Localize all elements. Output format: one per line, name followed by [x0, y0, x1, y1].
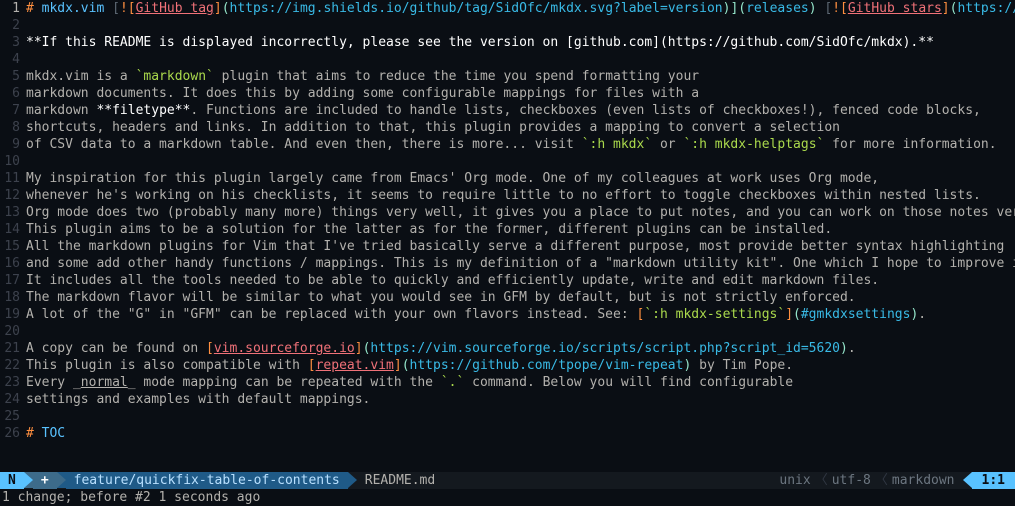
line-number: 4 — [0, 51, 23, 68]
buffer-line[interactable]: A copy can be found on [vim.sourceforge.… — [26, 340, 1015, 357]
buffer-line[interactable]: Org mode does two (probably many more) t… — [26, 204, 1015, 221]
line-number: 2 — [0, 17, 23, 34]
buffer-line[interactable]: settings and examples with default mappi… — [26, 391, 1015, 408]
file-encoding: unix〈utf-8〈markdown — [771, 472, 962, 489]
buffer-line[interactable]: # TOC — [26, 425, 1015, 442]
line-number: 7 — [0, 102, 23, 119]
status-line: N + feature/quickfix-table-of-contents R… — [0, 472, 1015, 489]
command-line[interactable]: 1 change; before #2 1 seconds ago — [0, 489, 1015, 506]
line-number: 9 — [0, 136, 23, 153]
buffer-line[interactable] — [26, 323, 1015, 340]
line-number: 23 — [0, 374, 23, 391]
line-number: 18 — [0, 289, 23, 306]
line-number: 25 — [0, 408, 23, 425]
line-number: 5 — [0, 68, 23, 85]
buffer-line[interactable]: This plugin aims to be a solution for th… — [26, 221, 1015, 238]
buffer-line[interactable] — [26, 17, 1015, 34]
buffer-line[interactable] — [26, 51, 1015, 68]
line-number: 19 — [0, 306, 23, 323]
buffer-line[interactable]: and some add other handy functions / map… — [26, 255, 1015, 272]
buffer-line[interactable]: of CSV data to a markdown table. And eve… — [26, 136, 1015, 153]
line-number: 10 — [0, 153, 23, 170]
line-number: 11 — [0, 170, 23, 187]
cursor-position: 1:1 — [972, 472, 1015, 489]
line-number: 22 — [0, 357, 23, 374]
buffer-line[interactable]: My inspiration for this plugin largely c… — [26, 170, 1015, 187]
line-number: 1 — [0, 0, 23, 17]
editor-buffer[interactable]: # mkdx.vim [![GitHub tag](https://img.sh… — [26, 0, 1015, 442]
modified-indicator: + — [33, 472, 57, 489]
line-number: 16 — [0, 255, 23, 272]
buffer-line[interactable]: All the markdown plugins for Vim that I'… — [26, 238, 1015, 255]
buffer-line[interactable]: markdown **filetype**. Functions are inc… — [26, 102, 1015, 119]
line-number: 14 — [0, 221, 23, 238]
buffer-line[interactable]: shortcuts, headers and links. In additio… — [26, 119, 1015, 136]
buffer-line[interactable]: It includes all the tools needed to be a… — [26, 272, 1015, 289]
line-number: 21 — [0, 340, 23, 357]
buffer-line[interactable]: Every _normal_ mode mapping can be repea… — [26, 374, 1015, 391]
line-number: 8 — [0, 119, 23, 136]
buffer-line[interactable]: The markdown flavor will be similar to w… — [26, 289, 1015, 306]
buffer-line[interactable]: # mkdx.vim [![GitHub tag](https://img.sh… — [26, 0, 1015, 17]
buffer-line[interactable] — [26, 408, 1015, 425]
line-number: 6 — [0, 85, 23, 102]
line-number: 26 — [0, 425, 23, 442]
line-number-gutter: 1234567891011121314151617181920212223242… — [0, 0, 23, 442]
buffer-line[interactable]: whenever he's working on his checklists,… — [26, 187, 1015, 204]
buffer-line[interactable]: This plugin is also compatible with [rep… — [26, 357, 1015, 374]
buffer-line[interactable] — [26, 153, 1015, 170]
buffer-line[interactable]: mkdx.vim is a `markdown` plugin that aim… — [26, 68, 1015, 85]
line-number: 13 — [0, 204, 23, 221]
line-number: 3 — [0, 34, 23, 51]
line-number: 12 — [0, 187, 23, 204]
buffer-line[interactable]: markdown documents. It does this by addi… — [26, 85, 1015, 102]
buffer-line[interactable]: **If this README is displayed incorrectl… — [26, 34, 1015, 51]
mode-indicator: N — [0, 472, 24, 489]
line-number: 24 — [0, 391, 23, 408]
line-number: 15 — [0, 238, 23, 255]
line-number: 17 — [0, 272, 23, 289]
git-branch: feature/quickfix-table-of-contents — [66, 472, 348, 489]
file-name: README.md — [357, 472, 443, 489]
line-number: 20 — [0, 323, 23, 340]
buffer-line[interactable]: A lot of the "G" in "GFM" can be replace… — [26, 306, 1015, 323]
